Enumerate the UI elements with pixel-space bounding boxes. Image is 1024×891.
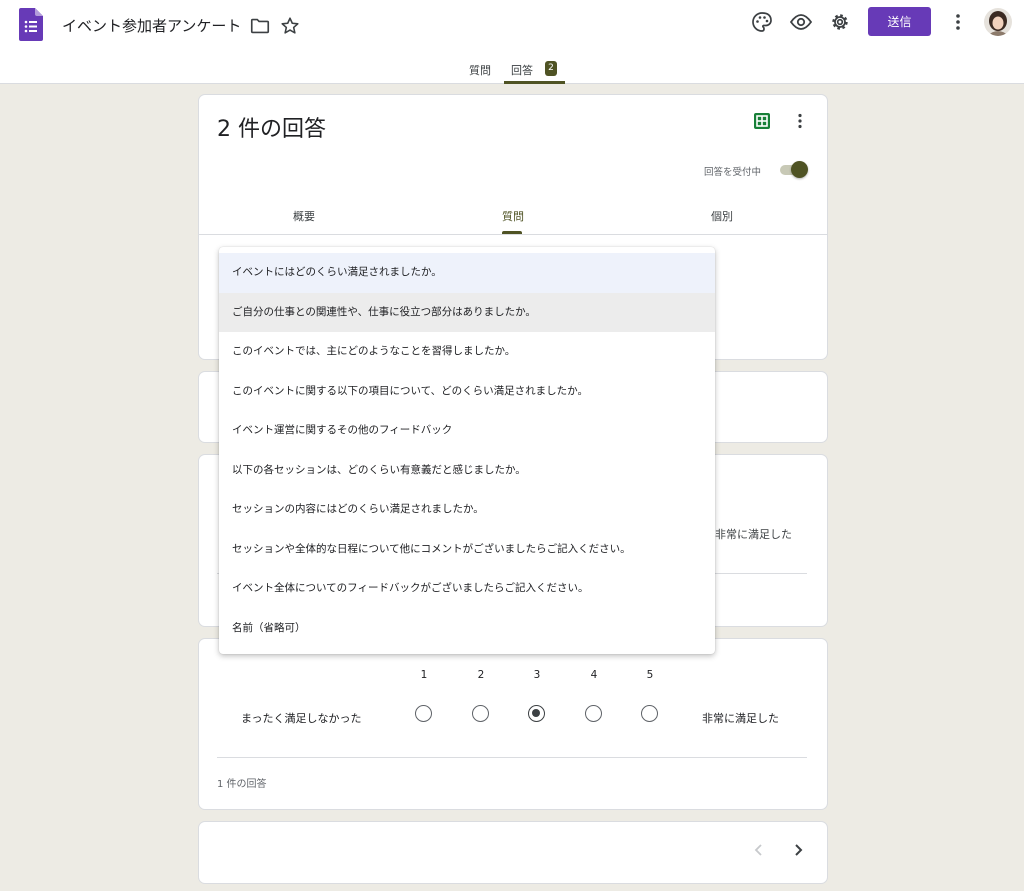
question-select-menu: イベントにはどのくらい満足されましたか。 ご自分の仕事との関連性や、仕事に役立つ…: [219, 247, 715, 654]
scale-number: 5: [646, 669, 654, 681]
send-button[interactable]: 送信: [868, 7, 931, 36]
scale-radio-1[interactable]: [415, 705, 432, 722]
preview-eye-icon[interactable]: [789, 10, 813, 34]
more-vert-icon[interactable]: [790, 111, 810, 131]
folder-icon[interactable]: [249, 15, 271, 37]
tab-question[interactable]: 質問: [502, 208, 524, 224]
menu-item-question[interactable]: ご自分の仕事との関連性や、仕事に役立つ部分はありましたか。: [219, 292, 715, 332]
forms-app-icon[interactable]: [19, 8, 43, 41]
app-header: イベント参加者アンケート 送信 質問 回答 2: [0, 0, 1024, 84]
divider: [217, 757, 807, 758]
scale-low-label: まったく満足しなかった: [241, 712, 362, 725]
menu-item-question[interactable]: セッションや全体的な日程について他にコメントがございましたらご記入ください。: [219, 530, 715, 570]
star-icon[interactable]: [279, 15, 301, 37]
scale-number: 3: [533, 669, 541, 681]
response-count: 1 件の回答: [217, 779, 267, 790]
menu-item-question[interactable]: このイベントに関する以下の項目について、どのくらい満足されましたか。: [219, 372, 715, 412]
response-count-badge: 2: [545, 61, 557, 76]
divider: [199, 234, 827, 235]
tab-individual[interactable]: 個別: [711, 208, 733, 224]
account-avatar[interactable]: [984, 8, 1012, 36]
scale-radio-5[interactable]: [641, 705, 658, 722]
palette-icon[interactable]: [750, 10, 774, 34]
scale-high-label: 非常に満足した: [715, 528, 792, 541]
scale-radio-4[interactable]: [585, 705, 602, 722]
scale-number: 2: [477, 669, 485, 681]
menu-item-question[interactable]: イベントにはどのくらい満足されましたか。: [219, 253, 715, 293]
sheets-icon[interactable]: [752, 111, 772, 131]
more-vert-icon[interactable]: [946, 10, 970, 34]
active-tab-indicator: [504, 81, 565, 84]
pagination-card: [198, 821, 828, 884]
scale-radio-3-selected[interactable]: [528, 705, 545, 722]
responses-count-title: 2 件の回答: [217, 117, 326, 142]
menu-item-question[interactable]: イベント全体についてのフィードバックがございましたらご記入ください。: [219, 569, 715, 609]
scale-radio-2[interactable]: [472, 705, 489, 722]
menu-item-question[interactable]: イベント運営に関するその他のフィードバック: [219, 411, 715, 451]
toggle-knob[interactable]: [791, 161, 808, 178]
scale-high-label: 非常に満足した: [702, 712, 779, 725]
document-title[interactable]: イベント参加者アンケート: [62, 15, 241, 36]
accepting-responses-label: 回答を受付中: [704, 167, 762, 178]
chevron-left-icon[interactable]: [749, 840, 769, 860]
tab-responses[interactable]: 回答: [511, 62, 533, 78]
scale-number: 4: [590, 669, 598, 681]
settings-gear-icon[interactable]: [828, 10, 852, 34]
menu-item-question[interactable]: 名前（省略可）: [219, 609, 715, 649]
menu-item-question[interactable]: 以下の各セッションは、どのくらい有意義だと感じましたか。: [219, 451, 715, 491]
tab-summary[interactable]: 概要: [293, 208, 315, 224]
menu-item-question[interactable]: このイベントでは、主にどのようなことを習得しましたか。: [219, 332, 715, 372]
tab-questions[interactable]: 質問: [469, 62, 491, 78]
scale-number: 1: [420, 669, 428, 681]
chevron-right-icon[interactable]: [788, 840, 808, 860]
linear-scale-card: 1 2 3 4 5 まったく満足しなかった 非常に満足した 1 件の回答: [198, 638, 828, 810]
menu-item-question[interactable]: セッションの内容にはどのくらい満足されましたか。: [219, 490, 715, 530]
